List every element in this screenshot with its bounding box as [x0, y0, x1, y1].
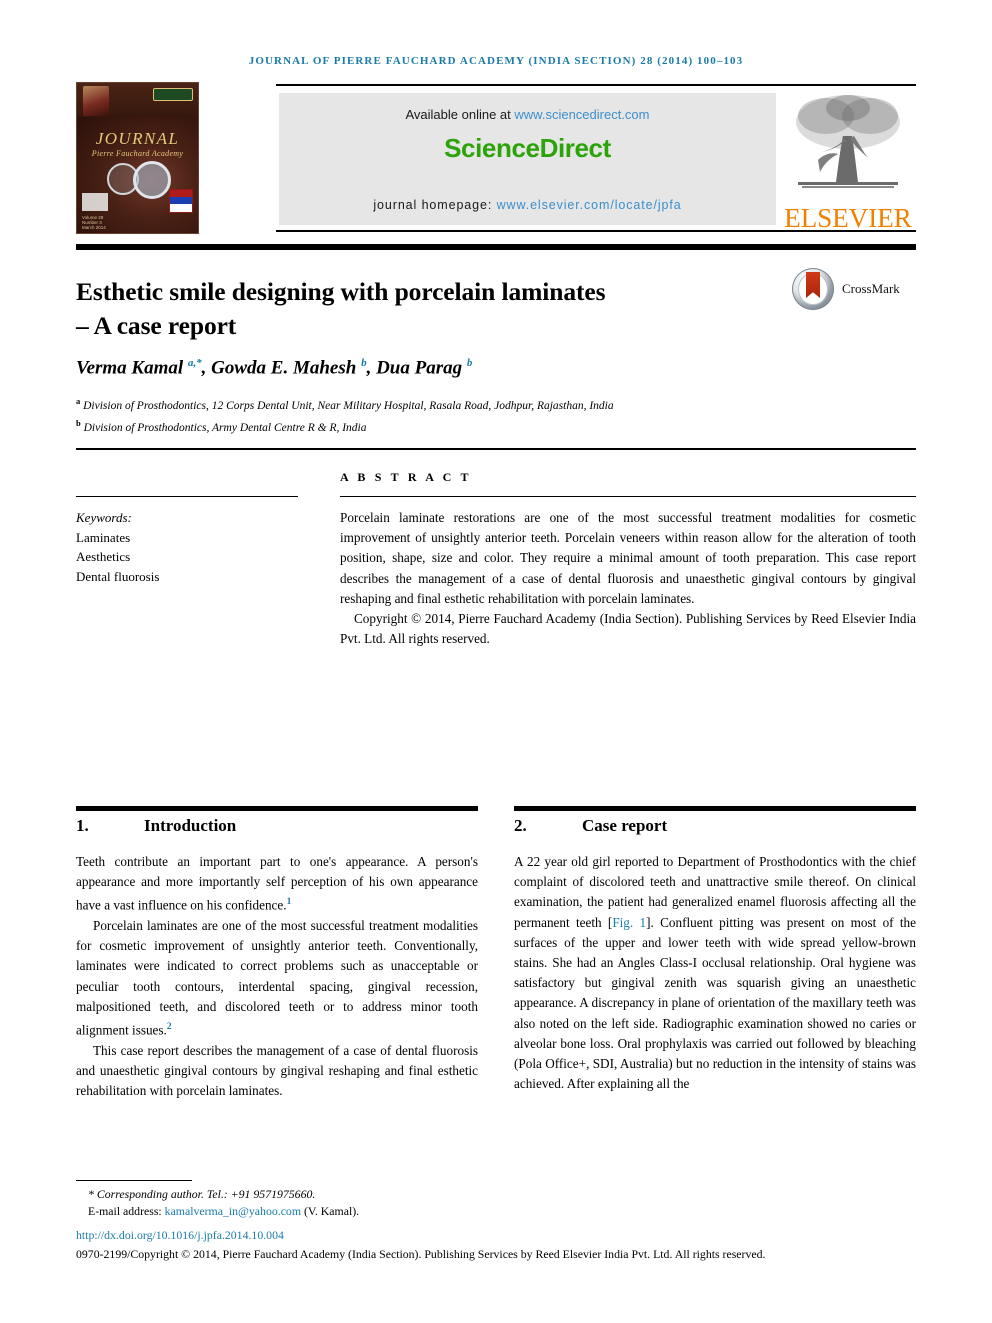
paragraph-text: Teeth contribute an important part to on…	[76, 854, 478, 913]
paragraph: Porcelain laminates are one of the most …	[76, 916, 478, 1041]
abstract-block: Porcelain laminate restorations are one …	[340, 508, 916, 649]
section-number: 2.	[514, 816, 527, 835]
abstract-top-rule	[76, 448, 916, 450]
left-column-body: Teeth contribute an important part to on…	[76, 852, 478, 1101]
author-list: Verma Kamal a,*, Gowda E. Mahesh b, Dua …	[76, 357, 473, 379]
reference-marker[interactable]: 1	[287, 897, 292, 907]
paragraph-text: ]. Confluent pitting was present on most…	[514, 914, 916, 1092]
figure-link[interactable]: Fig. 1	[612, 915, 646, 930]
abstract-label: A B S T R A C T	[340, 470, 472, 484]
section-title: Case report	[582, 816, 668, 835]
paragraph: Teeth contribute an important part to on…	[76, 852, 478, 916]
cover-volume-info: Volume 28 Number 3 March 2014	[82, 215, 106, 230]
corresponding-author-note: * Corresponding author. Tel.: +91 957197…	[76, 1186, 506, 1203]
left-column-rule	[76, 806, 478, 811]
journal-homepage-line: journal homepage: www.elsevier.com/locat…	[279, 198, 776, 212]
available-online-label: Available online at	[405, 107, 515, 122]
title-top-rule	[76, 244, 916, 250]
cover-portrait-image	[83, 86, 109, 116]
article-page: Journal of Pierre Fauchard Academy (Indi…	[0, 0, 992, 1323]
cover-journal-word: JOURNAL	[95, 129, 180, 148]
email-link[interactable]: kamalverma_in@yahoo.com	[165, 1204, 301, 1218]
abstract-body: Porcelain laminate restorations are one …	[340, 510, 916, 606]
author-affil-marker: b	[361, 357, 367, 369]
keywords-block: Keywords: Laminates Aesthetics Dental fl…	[76, 508, 306, 586]
affiliation-a: a Division of Prosthodontics, 12 Corps D…	[76, 393, 916, 415]
affiliation-marker: a	[76, 396, 81, 406]
keywords-heading: Keywords:	[76, 510, 132, 525]
cover-academy-name: Pierre Fauchard Academy	[91, 149, 184, 158]
abstract-copyright: Copyright © 2014, Pierre Fauchard Academ…	[340, 611, 916, 647]
email-label: E-mail address:	[88, 1204, 165, 1218]
affiliation-b: b Division of Prosthodontics, Army Denta…	[76, 415, 916, 437]
crossmark-label: CrossMark	[842, 281, 900, 296]
author-affil-marker: b	[466, 357, 473, 369]
paragraph-text: This case report describes the managemen…	[76, 1042, 478, 1099]
journal-homepage-label: journal homepage:	[373, 198, 497, 212]
title-line-2: – A case report	[76, 311, 237, 341]
affiliation-marker: b	[76, 417, 81, 428]
page-title: Esthetic smile designing with porcelain …	[76, 275, 776, 343]
email-owner: (V. Kamal).	[301, 1204, 360, 1218]
footnote-rule	[76, 1180, 192, 1182]
section-heading-case-report: 2. Case report	[514, 816, 667, 836]
elsevier-tree-icon	[796, 95, 900, 188]
cover-pfa-mark	[169, 189, 193, 213]
masthead: JOURNAL Pierre Fauchard Academy Volume 2…	[76, 80, 916, 235]
sciencedirect-logo[interactable]: ScienceDirect	[279, 133, 776, 164]
footnote-block: * Corresponding author. Tel.: +91 957197…	[76, 1186, 506, 1220]
keywords-rule	[76, 496, 298, 498]
sciencedirect-url-link[interactable]: www.sciencedirect.com	[514, 107, 649, 122]
paragraph-text: Porcelain laminates are one of the most …	[76, 918, 478, 1038]
cover-badge	[153, 88, 193, 101]
elsevier-logo: ELSEVIER	[780, 88, 916, 234]
crossmark-badge[interactable]: CrossMark	[792, 268, 916, 310]
cover-disc-icon	[133, 161, 171, 199]
keyword-item: Laminates	[76, 529, 131, 545]
corresponding-author-text: Corresponding author. Tel.: +91 95719756…	[96, 1187, 316, 1201]
right-column-rule	[514, 806, 916, 811]
section-title: Introduction	[144, 816, 237, 835]
journal-homepage-link[interactable]: www.elsevier.com/locate/jpfa	[497, 198, 682, 212]
title-line-1: Esthetic smile designing with porcelain …	[76, 277, 606, 307]
running-head: Journal of Pierre Fauchard Academy (Indi…	[248, 55, 744, 67]
paragraph: A 22 year old girl reported to Departmen…	[514, 852, 916, 1094]
affiliation-text: Division of Prosthodontics, Army Dental …	[83, 421, 367, 434]
corresponding-marker: *	[88, 1187, 94, 1201]
journal-cover-thumbnail: JOURNAL Pierre Fauchard Academy Volume 2…	[76, 82, 199, 234]
affiliation-list: a Division of Prosthodontics, 12 Corps D…	[76, 393, 916, 437]
section-heading-introduction: 1. Introduction	[76, 816, 236, 836]
elsevier-wordmark: ELSEVIER	[784, 203, 912, 233]
abstract-rule	[340, 496, 916, 498]
doi-link[interactable]: http://dx.doi.org/10.1016/j.jpfa.2014.10…	[76, 1228, 284, 1243]
paragraph: This case report describes the managemen…	[76, 1041, 478, 1102]
section-number: 1.	[76, 816, 89, 835]
keyword-item: Dental fluorosis	[76, 568, 160, 584]
footer-copyright: 0970-2199/Copyright © 2014, Pierre Fauch…	[76, 1247, 766, 1261]
keyword-item: Aesthetics	[76, 549, 131, 564]
author-affil-marker: a,*	[187, 357, 202, 369]
email-note: E-mail address: kamalverma_in@yahoo.com …	[76, 1203, 506, 1220]
reference-marker[interactable]: 2	[167, 1022, 172, 1032]
available-online-line: Available online at www.sciencedirect.co…	[279, 107, 776, 122]
crossmark-disc-icon	[792, 268, 834, 310]
masthead-rule-top	[276, 84, 916, 86]
sciencedirect-panel: Available online at www.sciencedirect.co…	[279, 93, 776, 225]
affiliation-text: Division of Prosthodontics, 12 Corps Den…	[83, 399, 614, 412]
cover-elsevier-mark	[82, 193, 108, 211]
right-column-body: A 22 year old girl reported to Departmen…	[514, 852, 916, 1094]
